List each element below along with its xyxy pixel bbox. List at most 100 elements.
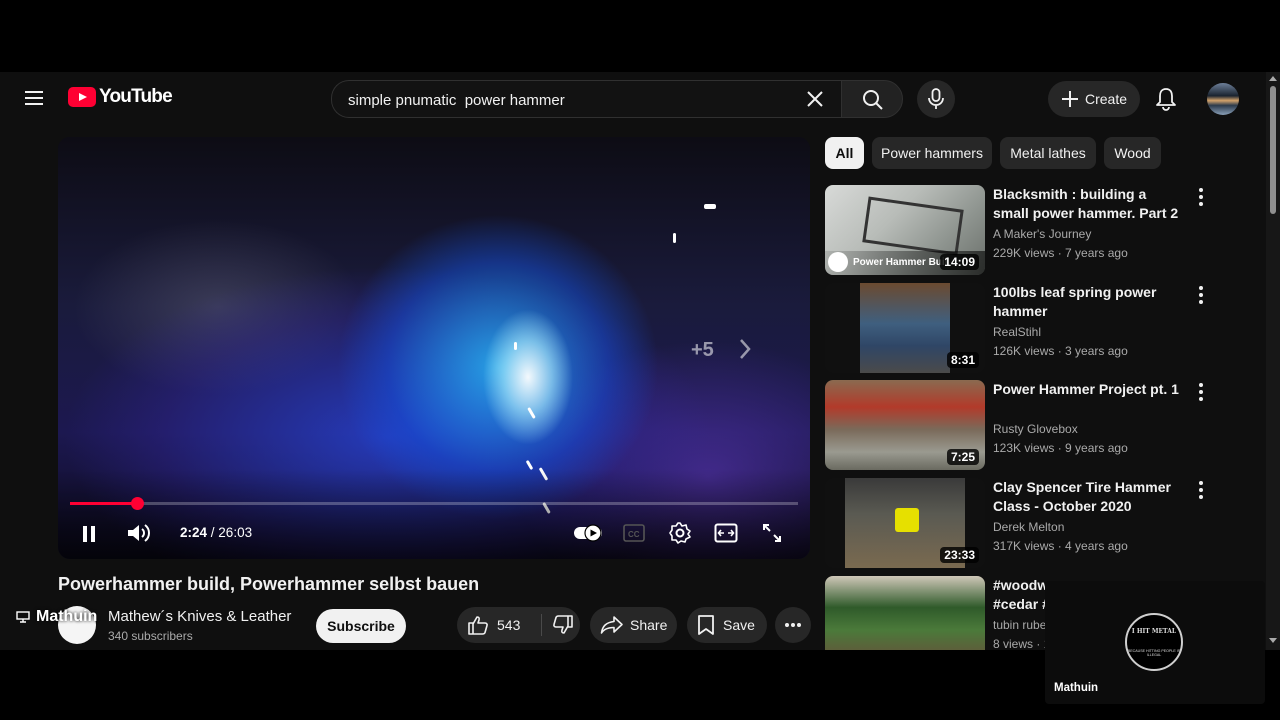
chip-power-hammers[interactable]: Power hammers — [872, 137, 992, 169]
more-vertical-icon[interactable] — [1193, 480, 1209, 500]
bookmark-icon — [698, 615, 714, 635]
scroll-down-arrow-icon[interactable] — [1269, 638, 1277, 643]
channel-name[interactable]: Rusty Glovebox — [993, 422, 1078, 436]
page-scrollbar[interactable] — [1266, 72, 1280, 650]
scroll-up-arrow-icon[interactable] — [1269, 76, 1277, 81]
progress-scrubber[interactable] — [130, 497, 144, 510]
youtube-logo[interactable]: YouTube — [68, 86, 173, 108]
create-button[interactable]: Create — [1048, 81, 1140, 117]
scrollbar-thumb[interactable] — [1270, 86, 1276, 214]
pause-icon[interactable] — [81, 525, 97, 543]
search-icon — [863, 90, 883, 110]
account-avatar[interactable] — [1207, 83, 1239, 115]
monitor-icon — [16, 611, 30, 623]
youtube-play-icon — [68, 87, 96, 107]
search-button[interactable] — [841, 80, 903, 118]
subscriber-count: 340 subscribers — [108, 629, 193, 643]
video-title[interactable]: 100lbs leaf spring power hammer — [993, 283, 1183, 321]
logo-line-1: I HIT METAL — [1131, 627, 1177, 635]
recommendation-item[interactable]: 23:33 Clay Spencer Tire Hammer Class - O… — [825, 478, 1265, 570]
like-dislike-group: 543 — [457, 607, 580, 643]
more-vertical-icon[interactable] — [1193, 187, 1209, 207]
video-player[interactable]: +5 2:24 / 26:03 CC — [58, 137, 810, 559]
duration-time: 26:03 — [218, 525, 253, 540]
plus-icon — [1061, 91, 1078, 107]
dislike-button[interactable] — [542, 615, 574, 635]
video-duration: 23:33 — [940, 547, 979, 563]
chip-metal-lathes[interactable]: Metal lathes — [1000, 137, 1096, 169]
clear-icon — [807, 91, 823, 107]
fullscreen-icon[interactable] — [762, 523, 782, 543]
video-duration: 7:25 — [946, 449, 979, 465]
current-time: 2:24 — [180, 525, 208, 540]
clear-search-button[interactable] — [807, 82, 842, 116]
like-count: 543 — [497, 617, 521, 633]
video-meta: 317K views · 4 years ago — [993, 539, 1128, 553]
more-vertical-icon[interactable] — [1193, 285, 1209, 305]
overlay-username: Mathuin — [36, 608, 98, 625]
like-button[interactable]: 543 — [457, 615, 541, 635]
video-meta: 126K views · 3 years ago — [993, 344, 1128, 358]
share-icon — [600, 616, 623, 634]
video-title[interactable]: Power Hammer Project pt. 1 — [993, 380, 1183, 399]
menu-icon[interactable] — [25, 91, 43, 105]
subscribe-button[interactable]: Subscribe — [316, 609, 406, 643]
controls-gradient — [58, 469, 810, 559]
create-label: Create — [1084, 91, 1128, 107]
video-title[interactable]: Clay Spencer Tire Hammer Class - October… — [993, 478, 1183, 516]
spark — [514, 342, 517, 350]
video-title[interactable]: Blacksmith : building a small power hamm… — [993, 185, 1183, 223]
video-thumbnail[interactable]: 23:33 — [825, 478, 985, 568]
settings-gear-icon[interactable] — [668, 521, 692, 545]
save-button[interactable]: Save — [687, 607, 767, 643]
bell-icon[interactable] — [1155, 87, 1177, 111]
channel-name[interactable]: tubin ruber — [993, 618, 1050, 632]
more-actions-button[interactable] — [775, 607, 811, 643]
mic-icon — [928, 88, 944, 109]
spark — [673, 233, 676, 243]
share-label: Share — [630, 617, 668, 633]
channel-name[interactable]: Derek Melton — [993, 520, 1064, 534]
time-separator: / — [207, 525, 219, 540]
recommendation-item[interactable]: 7:25 Power Hammer Project pt. 1 Rusty Gl… — [825, 380, 1265, 472]
autoplay-toggle-icon[interactable] — [573, 523, 605, 543]
recommendation-item[interactable]: Power Hammer Buil 14:09 Blacksmith : bui… — [825, 185, 1265, 277]
captions-icon[interactable]: CC — [623, 524, 645, 542]
video-duration: 8:31 — [946, 352, 979, 368]
save-label: Save — [723, 617, 755, 633]
video-meta: 229K views · 7 years ago — [993, 246, 1128, 260]
more-vertical-icon[interactable] — [1193, 382, 1209, 402]
channel-name[interactable]: Mathew´s Knives & Leather — [108, 608, 291, 625]
channel-name[interactable]: A Maker's Journey — [993, 227, 1091, 241]
video-title: Powerhammer build, Powerhammer selbst ba… — [58, 574, 480, 594]
chip-all[interactable]: All — [825, 137, 864, 169]
share-button[interactable]: Share — [590, 607, 677, 643]
more-horizontal-icon — [785, 623, 801, 627]
volume-icon[interactable] — [126, 522, 152, 544]
chip-wood[interactable]: Wood — [1104, 137, 1161, 169]
video-thumbnail[interactable]: 8:31 — [825, 283, 985, 373]
svg-text:CC: CC — [628, 530, 640, 539]
time-display: 2:24 / 26:03 — [180, 525, 252, 540]
channel-name[interactable]: RealStihl — [993, 325, 1041, 339]
video-thumbnail[interactable]: Power Hammer Buil 14:09 — [825, 185, 985, 275]
channel-logo: I HIT METAL BECAUSE HITTING PEOPLE IS IL… — [1125, 613, 1183, 671]
thumbnail-caption: Power Hammer Buil — [853, 257, 948, 268]
video-meta: 8 views · 1 — [993, 637, 1051, 650]
video-thumbnail[interactable] — [825, 576, 985, 650]
brand-text: YouTube — [99, 86, 173, 107]
spark — [704, 204, 716, 209]
video-meta: 123K views · 9 years ago — [993, 441, 1128, 455]
channel-badge-icon — [828, 252, 848, 272]
search-input[interactable] — [346, 81, 790, 119]
voice-search-button[interactable] — [917, 80, 955, 118]
progress-played — [70, 502, 137, 505]
seek-forward-hint: +5 — [691, 339, 714, 361]
thumbs-down-icon — [553, 615, 573, 634]
recommendation-item[interactable]: 8:31 100lbs leaf spring power hammer Rea… — [825, 283, 1265, 375]
progress-bar[interactable] — [70, 497, 798, 510]
webcam-overlay: I HIT METAL BECAUSE HITTING PEOPLE IS IL… — [1045, 581, 1265, 704]
theater-mode-icon[interactable] — [714, 523, 738, 543]
video-thumbnail[interactable]: 7:25 — [825, 380, 985, 470]
webcam-username: Mathuin — [1054, 682, 1099, 694]
